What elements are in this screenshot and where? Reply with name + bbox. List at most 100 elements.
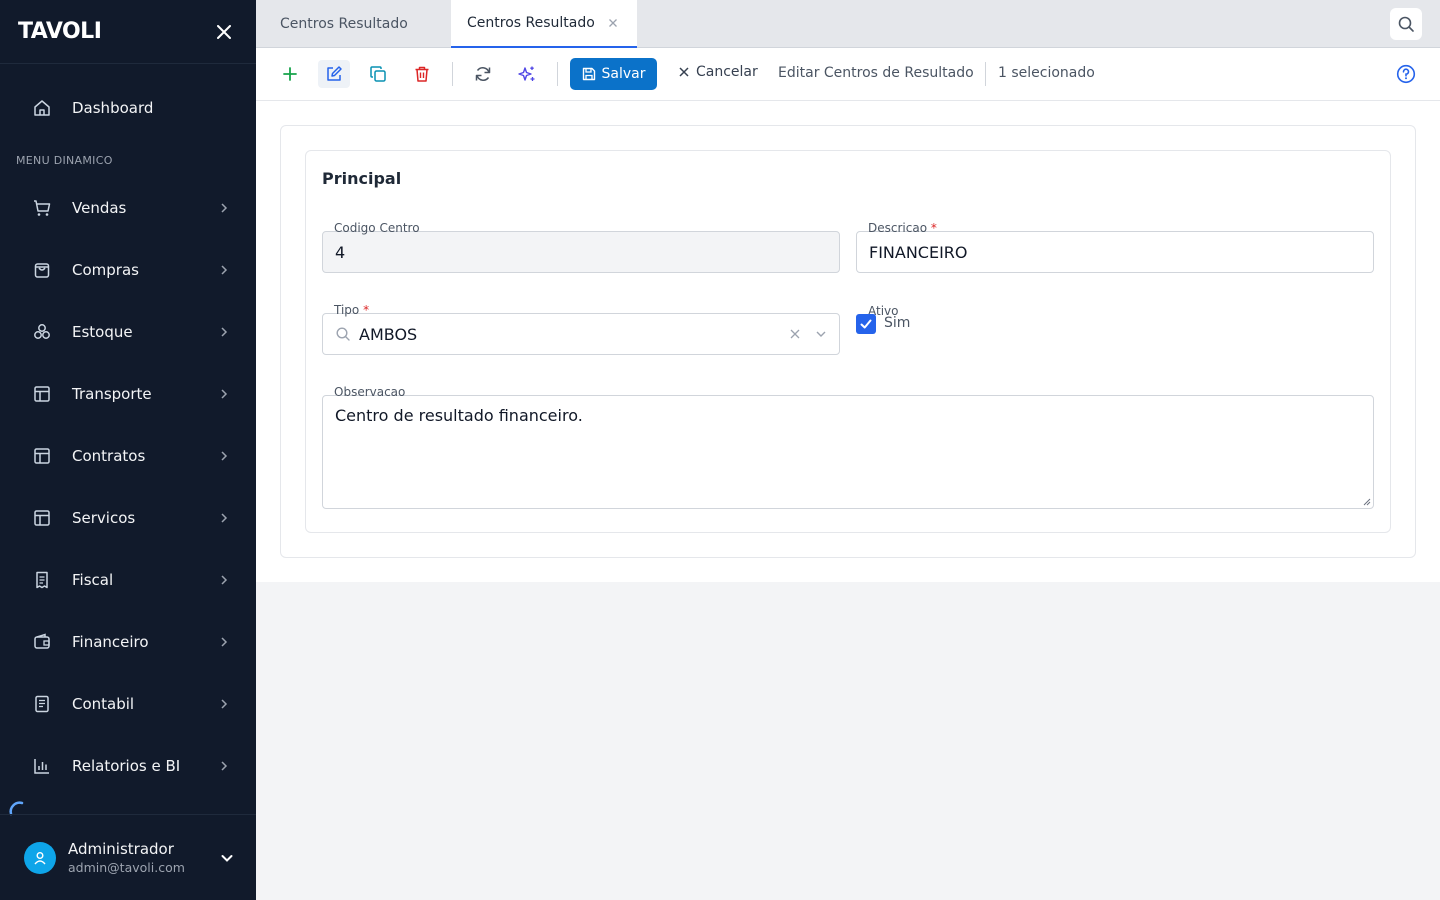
bag-icon [34, 263, 50, 278]
user-info: Administrador admin@tavoli.com [68, 840, 218, 875]
chevron-right-icon [221, 699, 228, 709]
sidebar-item-label: Contratos [72, 447, 146, 465]
section-title: Principal [322, 169, 402, 188]
observacao-textarea[interactable]: Centro de resultado financeiro. [322, 395, 1374, 509]
help-icon[interactable] [1396, 64, 1416, 84]
tipo-label: Tipo * [334, 303, 370, 317]
sidebar-item-label: Financeiro [72, 633, 149, 651]
layout-icon [34, 510, 50, 526]
menu-section-label: MENU DINAMICO [16, 154, 113, 167]
user-name: Administrador [68, 840, 174, 858]
sidebar-header: TAVOLI [0, 0, 256, 64]
duplicate-button[interactable] [362, 60, 394, 88]
close-sidebar-button[interactable] [210, 18, 238, 46]
receipt-icon [36, 571, 48, 589]
chevron-right-icon [221, 203, 228, 213]
tipo-field: Tipo * AMBOS [322, 303, 840, 355]
tab-bar: Centros Resultado Centros Resultado [256, 0, 1440, 48]
clear-icon[interactable] [789, 328, 801, 340]
observacao-field: Observacao Centro de resultado financeir… [322, 385, 1374, 509]
chevron-right-icon [221, 451, 228, 461]
toolbar-divider [985, 62, 986, 86]
sidebar-item-transporte[interactable]: Transporte [16, 363, 240, 425]
tab-label: Centros Resultado [467, 15, 595, 31]
sidebar: TAVOLI Dashboard MENU DINAMICO Vendas Co… [0, 0, 256, 900]
codigo-centro-input[interactable]: 4 [322, 231, 840, 273]
global-search-button[interactable] [1390, 8, 1422, 40]
edit-button[interactable] [318, 60, 350, 88]
chevron-right-icon [221, 575, 228, 585]
layout-icon [34, 448, 50, 464]
delete-button[interactable] [406, 60, 438, 88]
toolbar-title: Editar Centros de Resultado [778, 65, 974, 81]
sidebar-item-label: Contabil [72, 695, 135, 713]
trash-icon [415, 66, 429, 82]
wallet-icon [34, 633, 50, 649]
sidebar-item-compras[interactable]: Compras [16, 239, 240, 301]
close-icon [217, 24, 231, 39]
ativo-checkbox[interactable] [856, 314, 876, 334]
chevron-down-icon[interactable] [815, 328, 827, 340]
main-content: Principal Codigo Centro 4 Descricao * FI… [256, 101, 1440, 582]
toolbar: Salvar Cancelar Editar Centros de Result… [256, 48, 1440, 101]
plus-icon [283, 67, 297, 81]
tab-centros-resultado-edit[interactable]: Centros Resultado [451, 0, 637, 48]
sidebar-item-fiscal[interactable]: Fiscal [16, 549, 240, 611]
sidebar-item-label: Fiscal [72, 571, 114, 589]
observacao-value: Centro de resultado financeiro. [335, 406, 583, 425]
sidebar-item-dashboard[interactable]: Dashboard [16, 84, 240, 132]
tab-centros-resultado-list[interactable]: Centros Resultado [256, 0, 451, 48]
observacao-label: Observacao [334, 385, 406, 399]
chevron-down-icon[interactable] [218, 849, 236, 867]
bar-chart-icon [34, 759, 49, 774]
resize-handle-icon[interactable] [1362, 497, 1371, 506]
cancel-button[interactable]: Cancelar [678, 64, 758, 80]
tipo-select[interactable]: AMBOS [322, 313, 840, 355]
avatar [24, 841, 56, 874]
chevron-right-icon [221, 637, 228, 647]
chevron-right-icon [221, 327, 228, 337]
close-tab-icon[interactable] [607, 17, 619, 29]
add-button[interactable] [274, 60, 306, 88]
descricao-label: Descricao * [868, 221, 937, 235]
search-icon [336, 327, 350, 341]
chevron-right-icon [221, 761, 228, 771]
save-button[interactable]: Salvar [570, 58, 657, 90]
sidebar-item-label: Servicos [72, 509, 136, 527]
user-panel[interactable]: Administrador admin@tavoli.com [0, 814, 256, 900]
cancel-label: Cancelar [696, 64, 758, 80]
sidebar-item-label: Transporte [72, 385, 152, 403]
sidebar-menu: Vendas Compras Estoque Transporte Contra… [16, 177, 240, 797]
tab-label: Centros Resultado [280, 16, 408, 32]
descricao-input[interactable]: FINANCEIRO [856, 231, 1374, 273]
required-marker: * [363, 303, 370, 317]
check-icon [860, 319, 872, 329]
sidebar-item-label: Relatorios e BI [72, 757, 181, 775]
sidebar-item-estoque[interactable]: Estoque [16, 301, 240, 363]
sidebar-item-vendas[interactable]: Vendas [16, 177, 240, 239]
book-icon [35, 695, 49, 713]
app-logo: TAVOLI [18, 19, 102, 44]
form-card: Principal Codigo Centro 4 Descricao * FI… [280, 125, 1416, 558]
sidebar-item-relatorios[interactable]: Relatorios e BI [16, 735, 240, 797]
sidebar-item-financeiro[interactable]: Financeiro [16, 611, 240, 673]
selection-count: 1 selecionado [998, 65, 1095, 81]
sidebar-item-contratos[interactable]: Contratos [16, 425, 240, 487]
codigo-centro-value: 4 [335, 242, 346, 262]
home-icon [34, 100, 50, 116]
codigo-centro-field: Codigo Centro 4 [322, 221, 840, 273]
toolbar-divider [452, 62, 453, 86]
ai-assist-button[interactable] [511, 60, 543, 88]
sidebar-item-label: Dashboard [72, 99, 154, 117]
codigo-centro-label: Codigo Centro [334, 221, 420, 235]
refresh-button[interactable] [467, 60, 499, 88]
user-email: admin@tavoli.com [68, 860, 185, 875]
chevron-right-icon [221, 513, 228, 523]
close-icon [679, 67, 689, 77]
ativo-text: Sim [884, 315, 911, 331]
sidebar-item-servicos[interactable]: Servicos [16, 487, 240, 549]
sidebar-item-contabil[interactable]: Contabil [16, 673, 240, 735]
refresh-icon [475, 67, 491, 81]
toolbar-divider [557, 62, 558, 86]
save-label: Salvar [601, 66, 646, 82]
